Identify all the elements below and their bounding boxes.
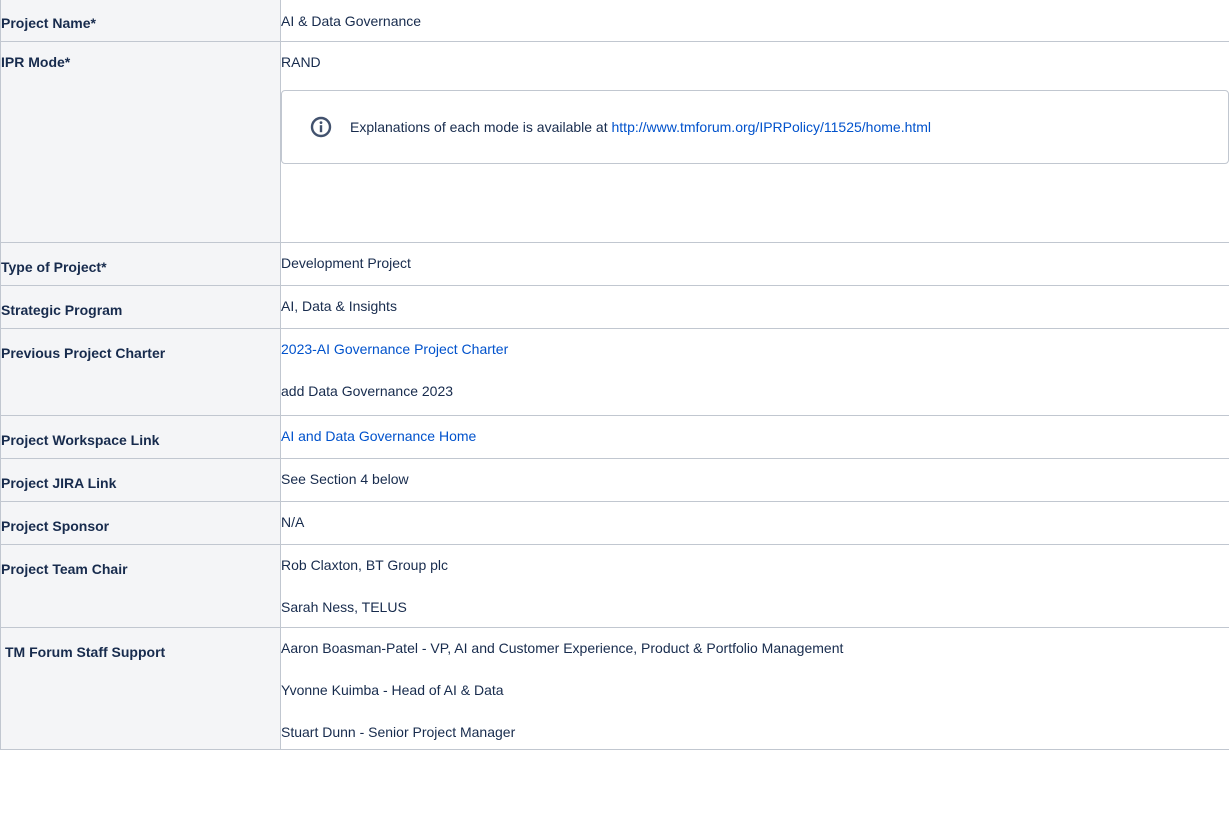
row-label-cell: TM Forum Staff Support [0, 627, 281, 750]
previous-charter-note: add Data Governance 2023 [281, 383, 454, 399]
row-label-cell: Project Sponsor [0, 501, 281, 545]
table-row-previous-charter: Previous Project Charter 2023-AI Governa… [0, 328, 1229, 416]
row-label: Strategic Program [1, 302, 123, 318]
ipr-policy-link[interactable]: http://www.tmforum.org/IPRPolicy/11525/h… [612, 119, 932, 135]
workspace-link[interactable]: AI and Data Governance Home [281, 428, 476, 444]
table-row-project-name: Project Name* AI & Data Governance [0, 0, 1229, 42]
row-value-cell: N/A [280, 501, 1229, 545]
staff-support-name: Aaron Boasman-Patel - VP, AI and Custome… [281, 640, 844, 656]
previous-charter-link[interactable]: 2023-AI Governance Project Charter [281, 341, 508, 357]
row-label: Project Sponsor [1, 518, 110, 534]
row-label: TM Forum Staff Support [5, 644, 166, 660]
ipr-mode-value: RAND [281, 54, 321, 70]
row-label-cell: Project Name* [0, 0, 281, 42]
jira-link-value: See Section 4 below [281, 471, 409, 487]
row-label-cell: Project Workspace Link [0, 415, 281, 459]
row-value-cell: Rob Claxton, BT Group plc Sarah Ness, TE… [280, 544, 1229, 628]
previous-charter-link-line: 2023-AI Governance Project Charter [281, 329, 1229, 359]
type-of-project-value: Development Project [281, 255, 411, 271]
row-label: IPR Mode* [1, 54, 71, 70]
row-label-cell: Strategic Program [0, 285, 281, 329]
info-icon [310, 116, 332, 138]
strategic-program-value: AI, Data & Insights [281, 298, 397, 314]
row-value-cell: AI and Data Governance Home [280, 415, 1229, 459]
table-row-team-chair: Project Team Chair Rob Claxton, BT Group… [0, 544, 1229, 628]
row-label: Project Team Chair [1, 561, 128, 577]
team-chair-name: Rob Claxton, BT Group plc [281, 557, 449, 573]
row-label-cell: IPR Mode* [0, 41, 281, 243]
table-row-ipr-mode: IPR Mode* RAND Explanations of each mode… [0, 41, 1229, 243]
row-value-cell: RAND Explanations of each mode is availa… [280, 41, 1229, 243]
project-charter-table: Project Name* AI & Data Governance IPR M… [0, 0, 1229, 750]
row-label: Project Workspace Link [1, 432, 160, 448]
table-row-staff-support: TM Forum Staff Support Aaron Boasman-Pat… [0, 627, 1229, 750]
table-row-jira-link: Project JIRA Link See Section 4 below [0, 458, 1229, 502]
row-value-cell: AI, Data & Insights [280, 285, 1229, 329]
workspace-link-line: AI and Data Governance Home [281, 416, 1229, 446]
staff-support-name: Yvonne Kuimba - Head of AI & Data [281, 682, 504, 698]
table-row-strategic-program: Strategic Program AI, Data & Insights [0, 285, 1229, 329]
row-value-cell: 2023-AI Governance Project Charter add D… [280, 328, 1229, 416]
row-label-cell: Project JIRA Link [0, 458, 281, 502]
table-row-type-of-project: Type of Project* Development Project [0, 242, 1229, 286]
row-value-cell: Aaron Boasman-Patel - VP, AI and Custome… [280, 627, 1229, 750]
row-label: Project JIRA Link [1, 475, 117, 491]
row-label: Previous Project Charter [1, 345, 166, 361]
row-label: Type of Project* [1, 259, 107, 275]
row-value-cell: AI & Data Governance [280, 0, 1229, 42]
row-label-cell: Type of Project* [0, 242, 281, 286]
staff-support-name: Stuart Dunn - Senior Project Manager [281, 724, 516, 740]
team-chair-name: Sarah Ness, TELUS [281, 599, 407, 615]
info-message-text: Explanations of each mode is available a… [350, 119, 612, 135]
row-value-cell: Development Project [280, 242, 1229, 286]
table-row-sponsor: Project Sponsor N/A [0, 501, 1229, 545]
row-value-cell: See Section 4 below [280, 458, 1229, 502]
row-label: Project Name* [1, 15, 96, 31]
project-name-value: AI & Data Governance [281, 13, 422, 29]
table-row-workspace-link: Project Workspace Link AI and Data Gover… [0, 415, 1229, 459]
info-panel: Explanations of each mode is available a… [281, 90, 1229, 164]
info-message: Explanations of each mode is available a… [350, 117, 931, 137]
sponsor-value: N/A [281, 514, 305, 530]
row-label-cell: Previous Project Charter [0, 328, 281, 416]
row-label-cell: Project Team Chair [0, 544, 281, 628]
